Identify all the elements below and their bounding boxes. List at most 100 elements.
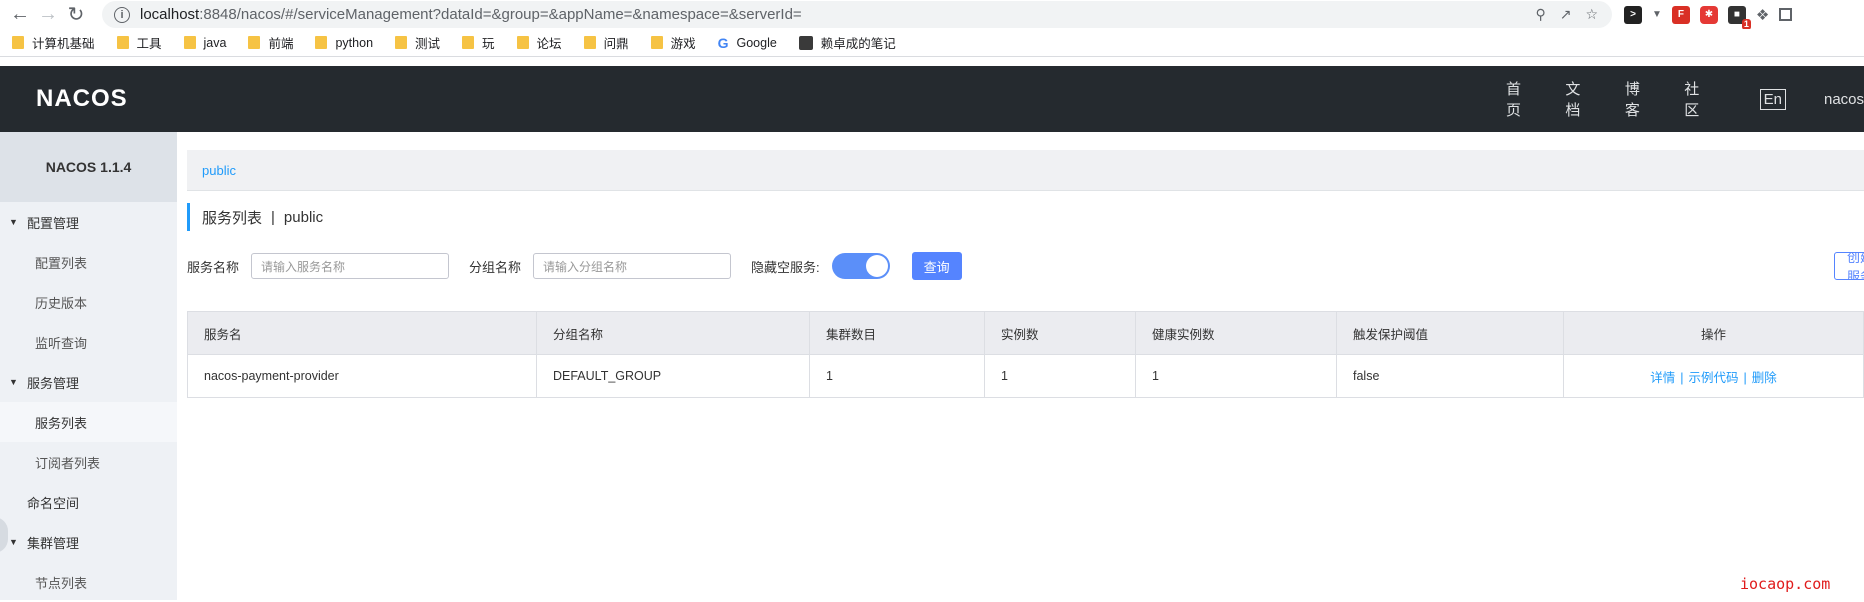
sidebar-item-config-list[interactable]: 配置列表 [0,242,177,282]
create-service-button[interactable]: 创建服务 [1834,252,1864,280]
share-icon[interactable]: ↗ [1560,6,1572,23]
language-switch[interactable]: En [1759,88,1786,110]
cell-protect-threshold: false [1336,354,1564,398]
app-header: NACOS 首页 文档 博客 社区 En nacos [0,66,1864,132]
service-table: 服务名 分组名称 集群数目 实例数 健康实例数 触发保护阈值 操作 nacos-… [187,311,1864,398]
sidebar-group-config[interactable]: ▼ 配置管理 [0,202,177,242]
sidebar-title: NACOS 1.1.4 [0,132,177,202]
bookmark-folder[interactable]: 论坛 [516,33,562,52]
col-instance-count: 实例数 [984,311,1136,355]
delete-link[interactable]: 删除 [1752,371,1777,385]
folder-icon [462,36,475,49]
puzzle-icon[interactable]: ❖ [1756,6,1769,24]
nav-home[interactable]: 首页 [1506,78,1527,120]
col-group-name: 分组名称 [536,311,810,355]
star-icon[interactable]: ☆ [1585,6,1598,23]
browser-toolbar: ← → ↻ i localhost:8848/nacos/#/serviceMa… [0,0,1864,30]
avatar-icon [798,35,813,50]
sample-code-link[interactable]: 示例代码 [1688,371,1738,385]
sidebar-item-history[interactable]: 历史版本 [0,282,177,322]
nav-community[interactable]: 社区 [1684,78,1705,120]
watermark: iocaop.com [1740,575,1831,593]
folder-icon [583,36,596,49]
top-nav: 首页 文档 博客 社区 En nacos [1506,66,1864,132]
bookmark-folder[interactable]: 游戏 [650,33,696,52]
bookmarks-bar: 计算机基础 工具 java 前端 python 测试 玩 论坛 问鼎 游戏 GG… [0,29,1864,57]
chevron-down-icon[interactable]: ▼ [1652,9,1662,20]
nav-docs[interactable]: 文档 [1565,78,1586,120]
reload-icon[interactable]: ↻ [64,3,88,27]
cell-healthy-count: 1 [1135,354,1337,398]
col-cluster-count: 集群数目 [809,311,985,355]
sidepanel-icon[interactable] [1779,8,1793,21]
site-info-icon[interactable]: i [114,6,130,23]
hide-empty-toggle[interactable] [831,253,890,279]
sidebar-item-subscribers[interactable]: 订阅者列表 [0,442,177,482]
detail-link[interactable]: 详情 [1650,371,1675,385]
bookmark-folder[interactable]: java [183,36,226,50]
folder-icon [516,36,529,49]
address-bar[interactable]: i localhost:8848/nacos/#/serviceManageme… [102,1,1612,28]
cell-operations: 详情 | 示例代码 | 删除 [1563,354,1864,398]
forward-arrow-icon[interactable]: → [36,3,60,27]
bookmark-notes[interactable]: 赖卓成的笔记 [798,33,896,52]
cell-group-name: DEFAULT_GROUP [536,354,810,398]
nav-blog[interactable]: 博客 [1625,78,1646,120]
url-text[interactable]: localhost:8848/nacos/#/serviceManagement… [140,6,1535,23]
bookmark-folder[interactable]: python [315,36,373,50]
extension-red-icon[interactable]: F [1671,5,1690,24]
nacos-logo[interactable]: NACOS [36,85,128,113]
folder-icon [183,36,196,49]
page-title: 服务列表 | public [187,203,323,231]
caret-down-icon: ▼ [9,217,18,227]
cell-service-name: nacos-payment-provider [187,354,537,398]
sidebar-item-namespace[interactable]: 命名空间 [0,482,177,522]
namespace-bar: public [187,150,1864,191]
toggle-knob [865,255,888,277]
folder-icon [12,36,24,49]
hide-empty-label: 隐藏空服务: [751,259,820,275]
sidebar: NACOS 1.1.4 ▼ 配置管理 配置列表 历史版本 监听查询 ▼ 服务管理 服… [0,132,177,600]
caret-down-icon: ▼ [9,377,18,387]
table-header-row: 服务名 分组名称 集群数目 实例数 健康实例数 触发保护阈值 操作 [187,311,1864,355]
sidebar-group-service[interactable]: ▼ 服务管理 [0,362,177,402]
namespace-link[interactable]: public [202,163,236,178]
cell-instance-count: 1 [984,354,1136,398]
extension-gift-icon[interactable]: ✱ [1699,5,1718,24]
service-name-input[interactable]: 请输入服务名称 [251,253,450,279]
col-protect-threshold: 触发保护阈值 [1336,311,1564,355]
sidebar-item-nodes[interactable]: 节点列表 [0,562,177,602]
folder-icon [248,36,261,49]
bookmark-folder[interactable]: 计算机基础 [12,33,95,52]
query-button[interactable]: 查询 [911,252,962,280]
bookmark-folder[interactable]: 玩 [462,33,495,52]
cell-cluster-count: 1 [809,354,985,398]
group-name-input[interactable]: 请输入分组名称 [533,253,732,279]
folder-icon [650,36,663,49]
google-icon: G [717,34,729,51]
col-service-name: 服务名 [187,311,537,355]
user-name[interactable]: nacos [1824,91,1864,108]
service-name-label: 服务名称 [187,259,240,275]
bookmark-folder[interactable]: 测试 [395,33,440,52]
folder-icon [315,36,328,49]
folder-icon [395,36,408,49]
bookmark-folder[interactable]: 工具 [116,33,162,52]
bookmark-google[interactable]: G Google [718,35,777,51]
group-name-label: 分组名称 [469,259,522,275]
bookmark-folder[interactable]: 问鼎 [583,33,629,52]
folder-icon [116,36,129,49]
sidebar-group-cluster[interactable]: ▼ 集群管理 [0,522,177,562]
sidebar-item-service-list[interactable]: 服务列表 [0,402,177,442]
filter-form: 服务名称 请输入服务名称 分组名称 请输入分组名称 隐藏空服务: 查询 [187,252,962,280]
extension-badge-icon[interactable]: ■ 1 [1727,5,1751,30]
table-row: nacos-payment-provider DEFAULT_GROUP 1 1… [187,354,1864,398]
bookmark-folder[interactable]: 前端 [248,33,293,52]
caret-down-icon: ▼ [9,537,18,547]
col-healthy-count: 健康实例数 [1135,311,1337,355]
sidebar-item-listener[interactable]: 监听查询 [0,322,177,362]
col-operations: 操作 [1563,311,1864,355]
back-arrow-icon[interactable]: ← [8,3,32,27]
extension-terminal-icon[interactable]: > [1624,5,1642,24]
key-icon[interactable]: ⚲ [1535,6,1545,23]
